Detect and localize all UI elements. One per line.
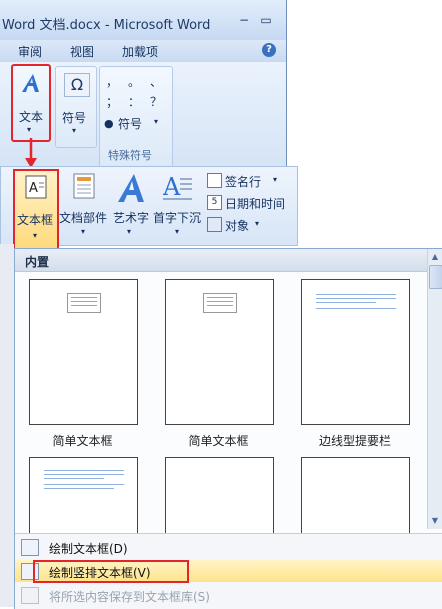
insert-text-strip: A 文本框 ▾ 文档部件 ▾ 艺术字 ▾ A 首字下沉 ▾ 签名行 ▾ 5 日期… [0,166,298,253]
object-button[interactable]: 对象 ▾ [207,215,297,235]
gallery-item-simple-textbox-2[interactable] [165,279,274,425]
gallery-scrollbar[interactable]: ▲ ▼ [427,249,442,529]
svg-text:A: A [163,173,181,201]
chevron-down-icon: ▾ [81,227,86,236]
gallery-caption: 简单文本框 [52,434,113,448]
quick-parts-button[interactable]: 文档部件 ▾ [59,173,109,243]
chevron-down-icon: ▾ [33,231,38,240]
gallery-item-simple-textbox[interactable] [29,279,138,425]
scroll-down-icon[interactable]: ▼ [429,515,441,527]
date-time-button[interactable]: 5 日期和时间 [207,193,297,213]
gallery-header: 内置 [15,249,427,272]
wordart-label: 艺术字 [113,211,150,225]
drop-cap-icon: A [163,173,192,201]
document-parts-label: 文档部件 [59,211,108,225]
textbox-gallery: 内置 ▲ ▼ 简单文本框 简单文本框 边线型提要栏 绘制文本框(D) 绘制竖排文… [14,248,442,609]
gallery-item-4[interactable] [29,457,138,535]
date-time-label: 日期和时间 [225,197,286,211]
calendar-icon: 5 [207,195,222,210]
draw-vertical-textbox-item[interactable]: 绘制竖排文本框(V) [15,560,442,583]
draw-textbox-item[interactable]: 绘制文本框(D) [15,536,442,558]
drop-cap-label: 首字下沉 [153,211,202,225]
textbox-label: 文本框 [17,213,54,227]
document-parts-icon [73,173,95,199]
chevron-down-icon: ▾ [255,219,260,228]
textbox-button[interactable]: A 文本框 ▾ [13,169,59,253]
gallery-item-sidebar[interactable] [301,279,410,425]
signature-icon [207,173,222,188]
gallery-caption: 简单文本框 [188,434,249,448]
draw-vertical-textbox-label: 绘制竖排文本框(V) [49,566,151,580]
drop-cap-button[interactable]: A 首字下沉 ▾ [153,173,205,243]
document-edge [0,244,14,607]
wordart-button[interactable]: 艺术字 ▾ [111,173,151,243]
gallery-section-title: 内置 [25,255,50,269]
thumb-box [67,293,101,313]
chevron-down-icon: ▾ [175,227,180,236]
svg-text:A: A [29,181,38,196]
draw-textbox-label: 绘制文本框(D) [49,542,128,556]
scroll-up-icon[interactable]: ▲ [429,251,441,263]
draw-textbox-icon [21,539,39,556]
chevron-down-icon: ▾ [127,227,132,236]
gallery-menu: 绘制文本框(D) 绘制竖排文本框(V) 将所选内容保存到文本框库(S) [15,533,442,609]
thumb-box [203,293,237,313]
signature-line-label: 签名行 [225,175,262,189]
gallery-item-6[interactable] [301,457,410,535]
gallery-caption: 边线型提要栏 [318,434,391,448]
save-selection-item: 将所选内容保存到文本框库(S) [15,584,442,606]
wordart-a-icon [118,174,144,202]
save-selection-icon [21,587,39,604]
signature-line-button[interactable]: 签名行 ▾ [207,171,297,191]
textbox-icon: A [25,175,47,199]
scroll-thumb[interactable] [429,265,442,289]
gallery-item-5[interactable] [165,457,274,535]
object-label: 对象 [225,219,250,233]
save-selection-label: 将所选内容保存到文本框库(S) [49,590,210,604]
object-icon [207,217,222,232]
chevron-down-icon: ▾ [273,175,278,184]
